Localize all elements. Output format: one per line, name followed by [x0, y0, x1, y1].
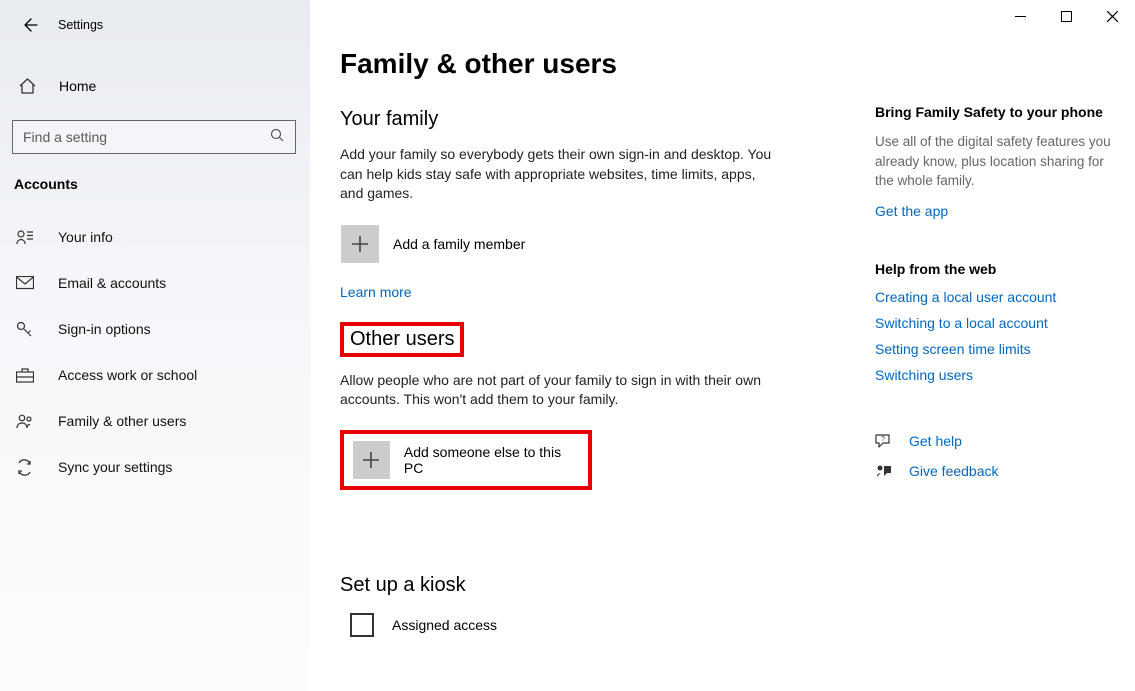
your-family-heading: Your family	[340, 108, 840, 131]
get-help-label: Get help	[909, 433, 962, 449]
assigned-access-button[interactable]: Assigned access	[340, 613, 840, 637]
add-other-label: Add someone else to this PC	[404, 444, 579, 476]
other-users-desc: Allow people who are not part of your fa…	[340, 371, 780, 410]
add-family-label: Add a family member	[393, 236, 525, 252]
get-app-link[interactable]: Get the app	[875, 203, 1115, 219]
feedback-icon	[875, 463, 897, 479]
home-icon	[19, 78, 41, 94]
learn-more-link[interactable]: Learn more	[340, 284, 412, 300]
other-users-heading: Other users	[350, 328, 454, 351]
help-icon: ?	[875, 433, 897, 449]
search-box[interactable]	[12, 120, 296, 154]
help-link-screen-time[interactable]: Setting screen time limits	[875, 341, 1115, 357]
people-icon	[16, 413, 42, 429]
family-safety-heading: Bring Family Safety to your phone	[875, 104, 1115, 120]
assigned-access-label: Assigned access	[392, 617, 497, 633]
sidebar-item-label: Sync your settings	[58, 459, 172, 475]
home-nav[interactable]: Home	[0, 66, 310, 106]
search-input[interactable]	[23, 129, 243, 145]
add-other-user-highlight: Add someone else to this PC	[340, 430, 592, 490]
give-feedback-link[interactable]: Give feedback	[875, 463, 1115, 479]
your-family-desc: Add your family so everybody gets their …	[340, 145, 780, 204]
maximize-button[interactable]	[1043, 0, 1089, 32]
sync-icon	[16, 459, 42, 476]
assigned-access-icon	[350, 613, 374, 637]
get-help-link[interactable]: ? Get help	[875, 433, 1115, 449]
sidebar-item-email[interactable]: Email & accounts	[0, 260, 310, 306]
sidebar-item-sync[interactable]: Sync your settings	[0, 444, 310, 490]
sidebar-item-label: Family & other users	[58, 413, 186, 429]
help-link-switch-local[interactable]: Switching to a local account	[875, 315, 1115, 331]
add-family-member-button[interactable]: Add a family member	[340, 224, 840, 264]
give-feedback-label: Give feedback	[909, 463, 999, 479]
plus-icon	[353, 441, 390, 479]
sidebar-item-your-info[interactable]: Your info	[0, 214, 310, 260]
plus-icon	[341, 225, 379, 263]
page-title: Family & other users	[340, 48, 840, 80]
svg-text:?: ?	[881, 436, 885, 443]
back-button[interactable]	[14, 10, 44, 40]
other-users-heading-highlight: Other users	[340, 322, 464, 357]
sidebar-item-signin[interactable]: Sign-in options	[0, 306, 310, 352]
main-content: Family & other users Your family Add you…	[340, 48, 840, 637]
settings-header: Settings	[0, 6, 310, 44]
sidebar-section-label: Accounts	[0, 154, 310, 200]
sidebar-item-label: Sign-in options	[58, 321, 151, 337]
briefcase-icon	[16, 368, 42, 383]
user-info-icon	[16, 229, 42, 245]
sidebar-item-work-school[interactable]: Access work or school	[0, 352, 310, 398]
sidebar-item-label: Your info	[58, 229, 113, 245]
minimize-button[interactable]	[997, 0, 1043, 32]
home-label: Home	[59, 78, 96, 94]
sidebar-item-label: Email & accounts	[58, 275, 166, 291]
help-link-switch-users[interactable]: Switching users	[875, 367, 1115, 383]
add-other-user-button[interactable]: Add someone else to this PC	[352, 440, 580, 480]
family-safety-desc: Use all of the digital safety features y…	[875, 132, 1115, 191]
right-panel: Bring Family Safety to your phone Use al…	[875, 104, 1115, 493]
sidebar-nav: Your info Email & accounts Sign-in optio…	[0, 214, 310, 490]
key-icon	[16, 321, 42, 337]
mail-icon	[16, 276, 42, 290]
search-icon	[270, 128, 285, 146]
window-title: Settings	[58, 18, 103, 32]
kiosk-heading: Set up a kiosk	[340, 574, 840, 597]
help-web-heading: Help from the web	[875, 261, 1115, 277]
sidebar-item-label: Access work or school	[58, 367, 197, 383]
close-button[interactable]	[1089, 0, 1135, 32]
help-link-local-user[interactable]: Creating a local user account	[875, 289, 1115, 305]
sidebar-item-family[interactable]: Family & other users	[0, 398, 310, 444]
sidebar: Settings Home Accounts Your info Email &…	[0, 0, 310, 691]
